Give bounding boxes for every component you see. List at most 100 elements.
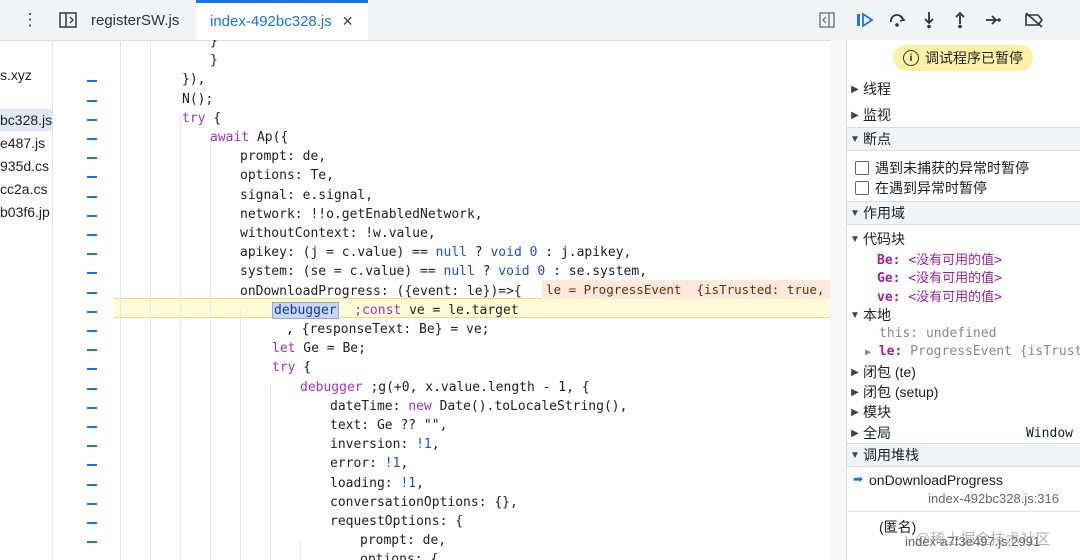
file-item[interactable]: e487.js bbox=[0, 132, 45, 154]
expand-triangle-icon: ▶ bbox=[851, 366, 859, 378]
collapse-triangle-icon: ▼ bbox=[850, 233, 860, 245]
code-line: apikey: (j = c.value) == null ? void 0 :… bbox=[240, 245, 632, 261]
diff-marker bbox=[87, 426, 97, 428]
diff-marker bbox=[87, 234, 97, 236]
editor-toolbar: ⋮ registerSW.js index-492bc328.js ✕ bbox=[0, 0, 1080, 41]
indent-guide bbox=[210, 135, 211, 560]
tab-index-js[interactable]: index-492bc328.js ✕ bbox=[196, 0, 368, 40]
scope-var-be[interactable]: Be: <没有可用的值> bbox=[877, 249, 1002, 268]
code-line: prompt: de, bbox=[240, 149, 327, 165]
code-line: conversationOptions: {}, bbox=[330, 494, 518, 510]
section-breakpoints[interactable]: ▼ 断点 bbox=[847, 127, 1080, 151]
file-item-selected[interactable]: bc328.js bbox=[0, 109, 52, 131]
frame-location: index-492bc328.js:316 bbox=[928, 491, 1059, 506]
diff-marker bbox=[87, 368, 97, 371]
diff-marker bbox=[87, 195, 97, 198]
diff-marker bbox=[87, 330, 97, 332]
diff-marker bbox=[87, 387, 97, 390]
file-item[interactable]: s.xyz bbox=[0, 64, 32, 86]
section-label: 作用域 bbox=[863, 205, 905, 221]
section-watch[interactable]: ▶ 监视 bbox=[847, 103, 1080, 127]
code-line: }), bbox=[182, 72, 206, 88]
deactivate-breakpoints-icon[interactable] bbox=[1022, 8, 1046, 32]
more-options-icon[interactable]: ⋮ bbox=[18, 0, 42, 40]
diff-marker bbox=[87, 118, 97, 121]
code-line: N(); bbox=[182, 91, 214, 107]
diff-marker bbox=[87, 214, 97, 217]
code-line: withoutContext: !w.value, bbox=[240, 226, 436, 241]
code-editor[interactable]: }}}), N(); try {await Ap({prompt: de, optio… bbox=[52, 40, 830, 560]
section-threads[interactable]: ▶ 线程 bbox=[847, 77, 1080, 101]
var-name: Ge bbox=[877, 271, 893, 286]
indent-guide bbox=[270, 385, 271, 560]
code-line: } bbox=[210, 53, 218, 69]
code-line: debugger ;const ve = le.target bbox=[272, 301, 519, 319]
code-line: error: !1, bbox=[330, 456, 409, 472]
step-over-icon[interactable] bbox=[886, 8, 910, 32]
diff-marker bbox=[87, 464, 97, 467]
inline-variable-value[interactable]: le = ProgressEvent {isTrusted: true, l bbox=[542, 280, 830, 299]
code-line: inversion: !1, bbox=[330, 437, 440, 453]
code-line: options: { bbox=[360, 552, 439, 560]
paused-banner: i 调试程序已暂停 bbox=[893, 45, 1033, 71]
tab-label: registerSW.js bbox=[91, 11, 180, 29]
scope-label: 模块 bbox=[863, 404, 891, 420]
pause-caught-checkbox[interactable] bbox=[855, 181, 869, 195]
section-label: 监视 bbox=[863, 107, 891, 123]
diff-marker bbox=[87, 291, 97, 294]
indent-guide bbox=[300, 540, 301, 560]
code-line: requestOptions: { bbox=[330, 514, 464, 529]
scope-var-le[interactable]: ▶ le: ProgressEvent {isTrust bbox=[865, 344, 1080, 359]
step-into-icon[interactable] bbox=[917, 8, 941, 32]
diff-marker bbox=[87, 406, 97, 409]
section-label: 调用堆栈 bbox=[863, 447, 919, 463]
scope-block[interactable]: ▼ 代码块 bbox=[847, 227, 1080, 251]
collapse-triangle-icon: ▼ bbox=[850, 449, 860, 461]
expand-triangle-icon: ▶ bbox=[851, 427, 859, 439]
toggle-navigator-icon[interactable] bbox=[56, 0, 80, 40]
diff-marker bbox=[87, 138, 97, 140]
code-line: } bbox=[210, 40, 218, 49]
diff-marker bbox=[87, 310, 97, 313]
code-line: let Ge = Be; bbox=[272, 341, 366, 357]
scope-var-this[interactable]: this: undefined bbox=[879, 326, 996, 341]
toggle-debugger-icon[interactable] bbox=[815, 0, 839, 40]
diff-marker bbox=[87, 99, 97, 102]
diff-marker bbox=[87, 522, 97, 524]
pause-uncaught-checkbox[interactable] bbox=[855, 161, 869, 175]
code-scrollbar[interactable] bbox=[830, 40, 846, 560]
scope-label: 本地 bbox=[863, 307, 891, 323]
expand-triangle-icon: ▶ bbox=[865, 347, 872, 358]
file-item[interactable]: b03f6.jp bbox=[0, 201, 50, 223]
var-value: <没有可用的值> bbox=[908, 253, 1002, 268]
diff-marker bbox=[87, 253, 97, 256]
code-line: , {responseText: Be} = ve; bbox=[286, 322, 490, 337]
scope-local[interactable]: ▼ 本地 bbox=[847, 303, 1080, 327]
step-icon[interactable] bbox=[981, 8, 1005, 32]
section-callstack[interactable]: ▼ 调用堆栈 bbox=[847, 443, 1080, 467]
tab-registersw[interactable]: registerSW.js bbox=[91, 0, 179, 40]
frame-function: onDownloadProgress bbox=[869, 472, 1003, 488]
code-line: await Ap({ bbox=[210, 130, 289, 145]
section-scope[interactable]: ▼ 作用域 bbox=[847, 201, 1080, 225]
var-name: le bbox=[878, 344, 895, 359]
close-tab-icon[interactable]: ✕ bbox=[342, 13, 354, 30]
scope-global[interactable]: ▶ 全局 Window bbox=[847, 421, 1080, 445]
callstack-frame-active[interactable]: ➡ onDownloadProgress index-492bc328.js:3… bbox=[847, 469, 1080, 511]
code-line: dateTime: new Date().toLocaleString(), bbox=[330, 398, 628, 414]
info-icon: i bbox=[903, 50, 919, 66]
code-line: network: !!o.getEnabledNetwork, bbox=[240, 206, 483, 222]
scope-label: 闭包 (te) bbox=[863, 364, 916, 380]
diff-marker bbox=[87, 483, 97, 486]
file-navigator: s.xyz bc328.js e487.js 935d.cs cc2a.cs b… bbox=[0, 40, 53, 560]
tab-label: index-492bc328.js bbox=[210, 13, 332, 30]
scope-var-ge[interactable]: Ge: <没有可用的值> bbox=[877, 267, 1002, 286]
resume-icon[interactable] bbox=[853, 8, 877, 32]
step-out-icon[interactable] bbox=[948, 8, 972, 32]
code-line: debugger ;g(+0, x.value.length - 1, { bbox=[300, 379, 590, 395]
file-item[interactable]: cc2a.cs bbox=[0, 178, 47, 200]
section-label: 断点 bbox=[863, 131, 891, 147]
global-value: Window bbox=[1026, 425, 1073, 441]
paused-label: 调试程序已暂停 bbox=[925, 50, 1023, 66]
file-item[interactable]: 935d.cs bbox=[0, 155, 49, 177]
